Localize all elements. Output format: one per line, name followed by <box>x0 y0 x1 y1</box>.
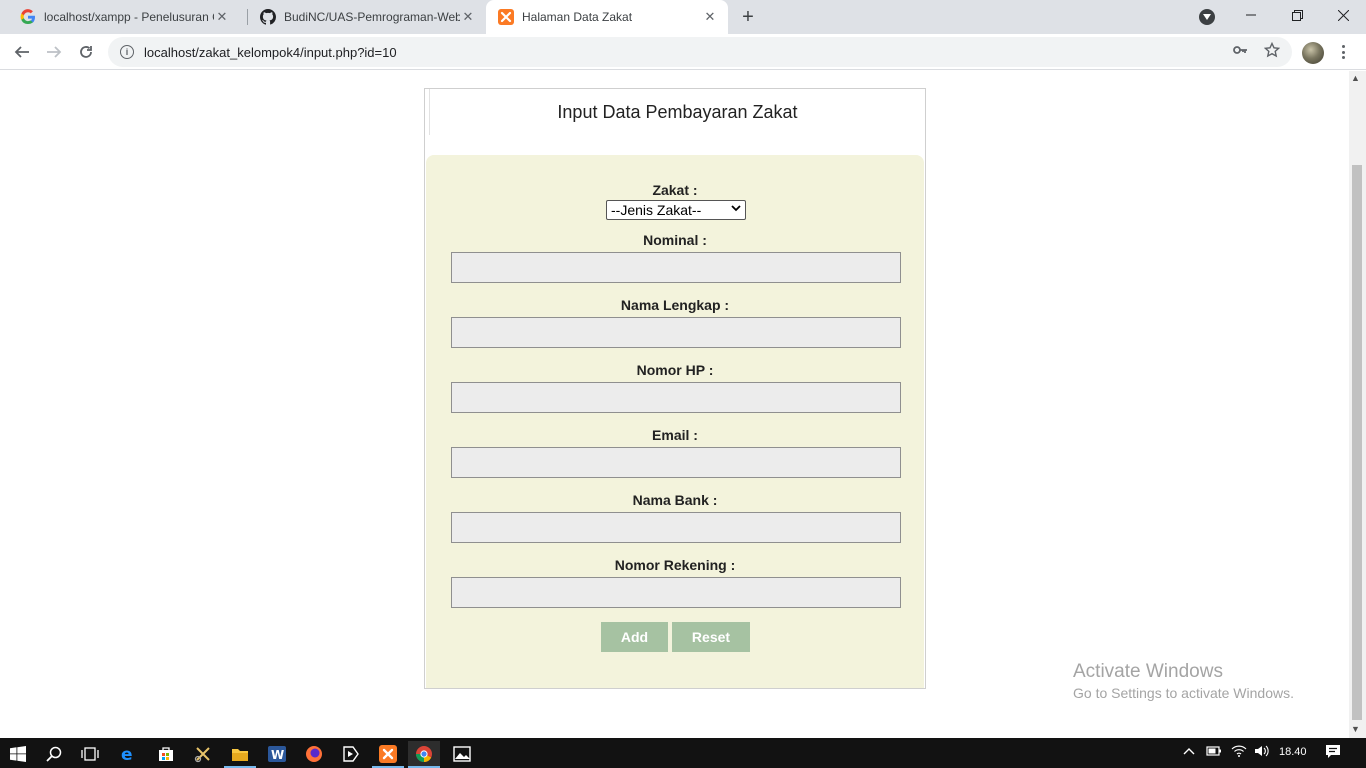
restore-icon[interactable] <box>1274 0 1320 30</box>
bookmark-star-icon[interactable] <box>1264 42 1280 58</box>
url-text: localhost/zakat_kelompok4/input.php?id=1… <box>144 44 397 60</box>
forward-icon[interactable] <box>40 38 68 66</box>
google-icon <box>20 9 36 25</box>
jenis-zakat-select[interactable]: --Jenis Zakat-- <box>606 200 746 220</box>
key-icon[interactable] <box>1232 42 1248 58</box>
activate-windows-title: Activate Windows <box>1073 661 1223 682</box>
nama-lengkap-input[interactable] <box>451 317 901 348</box>
form-body: Zakat : --Jenis Zakat-- Nominal : Nama L… <box>426 155 924 688</box>
edge-icon[interactable]: e <box>112 741 144 767</box>
photos-icon[interactable] <box>446 741 478 767</box>
tab-title: BudiNC/UAS-Pemrograman-Web <box>284 10 460 24</box>
reload-icon[interactable] <box>72 38 100 66</box>
profile-avatar[interactable] <box>1302 42 1324 64</box>
email-input[interactable] <box>451 447 901 478</box>
nomor-hp-label: Nomor HP : <box>636 362 714 378</box>
wifi-icon[interactable] <box>1231 745 1247 760</box>
windows-taskbar: e W 18.40 <box>0 738 1366 768</box>
snipping-tool-icon[interactable] <box>187 741 219 767</box>
browser-toolbar: i localhost/zakat_kelompok4/input.php?id… <box>0 34 1366 70</box>
task-view-icon[interactable] <box>74 741 106 767</box>
volume-icon[interactable] <box>1254 745 1270 760</box>
email-label: Email : <box>652 427 698 443</box>
firefox-icon[interactable] <box>298 741 330 767</box>
scrollbar-thumb[interactable] <box>1352 165 1362 720</box>
taskbar-clock[interactable]: 18.40 <box>1279 746 1307 758</box>
site-info-icon[interactable]: i <box>120 45 134 59</box>
file-explorer-icon[interactable] <box>224 741 256 767</box>
store-icon[interactable] <box>150 741 182 767</box>
tab-halaman-data-zakat[interactable]: Halaman Data Zakat ✕ <box>486 0 728 34</box>
nominal-label: Nominal : <box>643 232 707 248</box>
zakat-label: Zakat : <box>652 182 698 198</box>
chevron-up-icon[interactable] <box>1183 745 1195 759</box>
form-card: Input Data Pembayaran Zakat Zakat : --Je… <box>424 88 926 689</box>
tab-github[interactable]: BudiNC/UAS-Pemrograman-Web ✕ <box>240 0 486 34</box>
media-player-icon[interactable] <box>335 741 367 767</box>
nomor-rekening-input[interactable] <box>451 577 901 608</box>
xampp-icon <box>498 9 514 25</box>
xampp-taskbar-icon[interactable] <box>372 741 404 767</box>
tab-google-search[interactable]: localhost/xampp - Penelusuran G ✕ <box>0 0 240 34</box>
close-window-icon[interactable] <box>1320 0 1366 30</box>
close-tab-icon[interactable]: ✕ <box>214 9 230 25</box>
tab-title: Halaman Data Zakat <box>522 10 633 24</box>
address-bar[interactable]: i localhost/zakat_kelompok4/input.php?id… <box>108 37 1292 67</box>
chevron-down-icon <box>731 203 741 216</box>
minimize-icon[interactable] <box>1228 0 1274 30</box>
tab-search-icon[interactable] <box>1199 9 1215 25</box>
browser-tabstrip: localhost/xampp - Penelusuran G ✕ BudiNC… <box>0 0 1366 34</box>
nama-bank-label: Nama Bank : <box>632 492 718 508</box>
nominal-input[interactable] <box>451 252 901 283</box>
jenis-zakat-selected: --Jenis Zakat-- <box>611 202 702 218</box>
menu-icon[interactable] <box>1336 42 1350 62</box>
nama-bank-input[interactable] <box>451 512 901 543</box>
close-tab-icon[interactable]: ✕ <box>702 9 718 25</box>
search-icon[interactable] <box>38 741 70 767</box>
battery-icon[interactable] <box>1206 745 1222 760</box>
form-title: Input Data Pembayaran Zakat <box>429 89 925 135</box>
nomor-rekening-label: Nomor Rekening : <box>614 557 736 573</box>
svg-text:W: W <box>271 748 284 762</box>
close-tab-icon[interactable]: ✕ <box>460 9 476 25</box>
notification-icon[interactable] <box>1325 744 1341 762</box>
github-icon <box>260 9 276 25</box>
activate-windows-subtitle: Go to Settings to activate Windows. <box>1073 685 1294 701</box>
tab-title: localhost/xampp - Penelusuran G <box>44 10 214 24</box>
scroll-down-icon[interactable]: ▼ <box>1351 724 1360 734</box>
add-button[interactable]: Add <box>601 622 668 652</box>
svg-text:e: e <box>121 745 133 763</box>
nama-lengkap-label: Nama Lengkap : <box>620 297 730 313</box>
reset-button[interactable]: Reset <box>672 622 750 652</box>
word-icon[interactable]: W <box>261 741 293 767</box>
windows-start-icon[interactable] <box>2 741 34 767</box>
nomor-hp-input[interactable] <box>451 382 901 413</box>
chrome-icon[interactable] <box>408 741 440 767</box>
back-icon[interactable] <box>8 38 36 66</box>
new-tab-button[interactable]: + <box>737 6 759 28</box>
scroll-up-icon[interactable]: ▲ <box>1351 73 1360 83</box>
